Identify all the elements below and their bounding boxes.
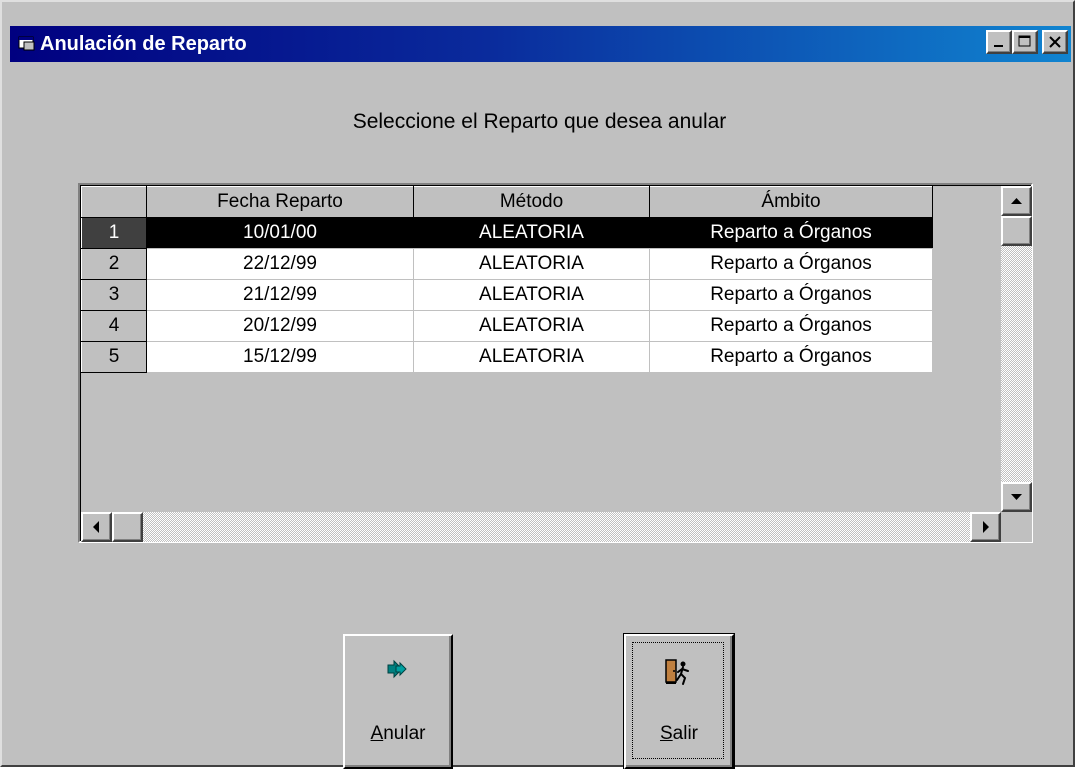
horizontal-scrollbar[interactable] <box>81 512 1001 542</box>
window-title: Anulación de Reparto <box>40 33 247 55</box>
minimize-button[interactable] <box>986 30 1012 54</box>
salir-button[interactable]: Salir <box>623 633 735 769</box>
column-header-fecha[interactable]: Fecha Reparto <box>146 186 414 218</box>
cell-fecha[interactable]: 15/12/99 <box>146 341 414 373</box>
close-button[interactable] <box>1042 30 1068 54</box>
scroll-right-button[interactable] <box>970 512 1001 542</box>
grid-corner-header[interactable] <box>81 186 147 218</box>
row-number[interactable]: 2 <box>81 248 147 280</box>
table-row[interactable]: 2 22/12/99 ALEATORIA Reparto a Órganos <box>81 248 933 280</box>
app-icon <box>18 35 36 51</box>
cell-fecha[interactable]: 10/01/00 <box>146 217 414 249</box>
salir-label: Salir <box>659 723 699 744</box>
arrow-left-icon <box>93 521 99 533</box>
cell-fecha[interactable]: 22/12/99 <box>146 248 414 280</box>
application-window: Anulación de Reparto Seleccione el Repar… <box>0 0 1075 769</box>
row-number[interactable]: 4 <box>81 310 147 342</box>
cell-ambito[interactable]: Reparto a Órganos <box>649 279 933 311</box>
cell-metodo[interactable]: ALEATORIA <box>413 217 650 249</box>
cell-metodo[interactable]: ALEATORIA <box>413 279 650 311</box>
grid-table[interactable]: Fecha Reparto Método Ámbito 1 10/01/00 A… <box>81 186 933 373</box>
anular-label: Anular <box>370 723 426 744</box>
scrollbar-corner <box>1001 512 1032 542</box>
scroll-up-button[interactable] <box>1001 186 1032 216</box>
arrow-up-icon <box>1011 198 1022 204</box>
anular-button[interactable]: Anular <box>343 634 453 769</box>
maximize-icon <box>1018 35 1031 47</box>
cell-ambito[interactable]: Reparto a Órganos <box>649 341 933 373</box>
vertical-scroll-thumb[interactable] <box>1001 216 1032 246</box>
cell-metodo[interactable]: ALEATORIA <box>413 341 650 373</box>
cell-ambito[interactable]: Reparto a Órganos <box>649 310 933 342</box>
maximize-button[interactable] <box>1012 30 1038 54</box>
double-arrow-right-icon <box>345 658 451 685</box>
cell-fecha[interactable]: 20/12/99 <box>146 310 414 342</box>
arrow-down-icon <box>1011 494 1022 500</box>
instruction-label: Seleccione el Reparto que desea anular <box>352 110 727 133</box>
vertical-scrollbar[interactable] <box>1001 186 1032 512</box>
reparto-grid[interactable]: Fecha Reparto Método Ámbito 1 10/01/00 A… <box>78 183 1033 543</box>
exit-door-icon <box>626 658 732 693</box>
horizontal-scroll-thumb[interactable] <box>112 512 143 542</box>
cell-metodo[interactable]: ALEATORIA <box>413 310 650 342</box>
row-number[interactable]: 3 <box>81 279 147 311</box>
scroll-down-button[interactable] <box>1001 482 1032 512</box>
table-row[interactable]: 3 21/12/99 ALEATORIA Reparto a Órganos <box>81 279 933 311</box>
cell-metodo[interactable]: ALEATORIA <box>413 248 650 280</box>
scroll-left-button[interactable] <box>81 512 112 542</box>
column-header-ambito[interactable]: Ámbito <box>649 186 933 218</box>
cell-fecha[interactable]: 21/12/99 <box>146 279 414 311</box>
cell-ambito[interactable]: Reparto a Órganos <box>649 217 933 249</box>
grid-header-row: Fecha Reparto Método Ámbito <box>81 186 933 218</box>
table-row[interactable]: 5 15/12/99 ALEATORIA Reparto a Órganos <box>81 341 933 373</box>
arrow-right-icon <box>983 521 989 533</box>
minimize-icon <box>994 45 1003 47</box>
close-icon <box>1049 36 1061 48</box>
table-row[interactable]: 4 20/12/99 ALEATORIA Reparto a Órganos <box>81 310 933 342</box>
cell-ambito[interactable]: Reparto a Órganos <box>649 248 933 280</box>
title-bar[interactable]: Anulación de Reparto <box>10 26 1071 62</box>
row-number[interactable]: 5 <box>81 341 147 373</box>
row-number[interactable]: 1 <box>81 217 147 249</box>
column-header-metodo[interactable]: Método <box>413 186 650 218</box>
table-row[interactable]: 1 10/01/00 ALEATORIA Reparto a Órganos <box>81 217 933 249</box>
